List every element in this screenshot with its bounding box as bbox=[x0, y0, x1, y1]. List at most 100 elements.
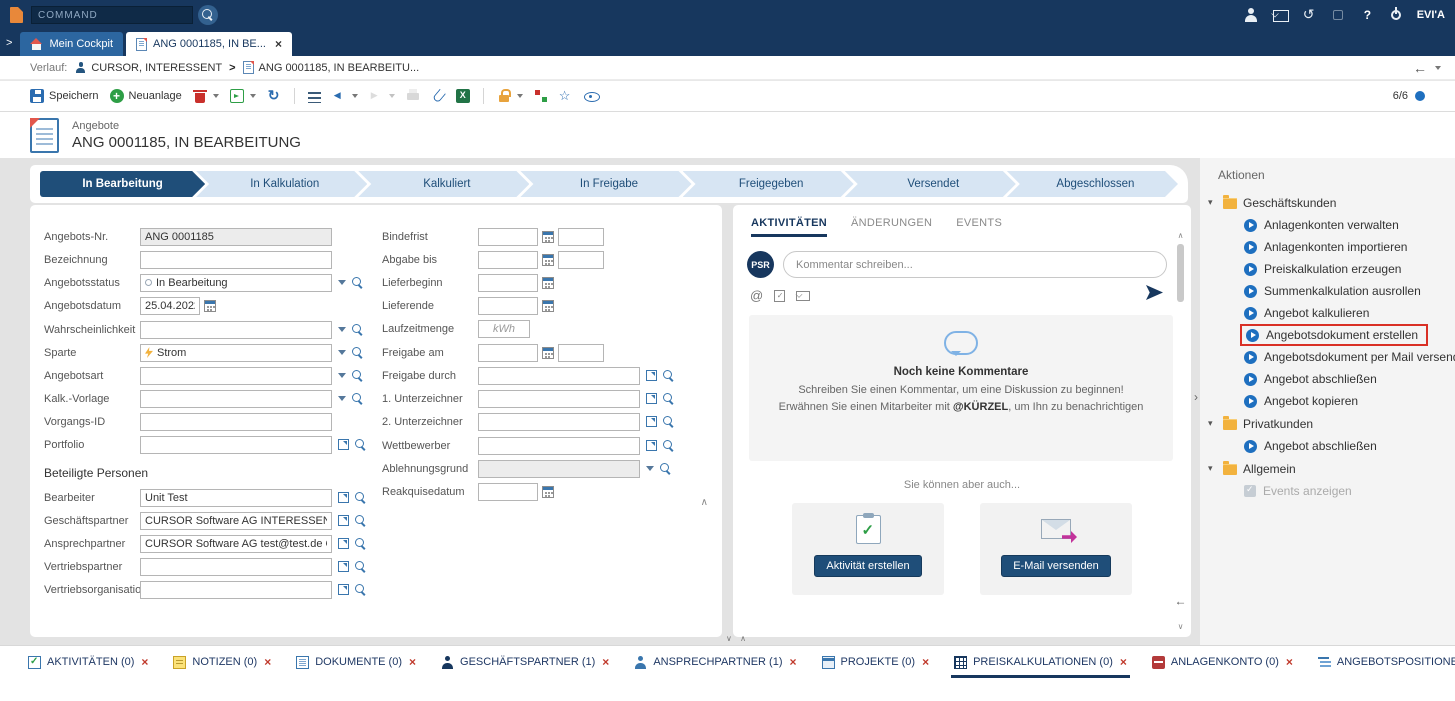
workflow-step-in-kalkulation[interactable]: In Kalkulation bbox=[196, 171, 367, 197]
activity-tab-aktivit-ten[interactable]: AKTIVITÄTEN bbox=[751, 217, 827, 237]
lookup-search-icon[interactable] bbox=[352, 347, 363, 358]
lookup-search-icon[interactable] bbox=[663, 370, 674, 381]
history-back-icon[interactable]: ← bbox=[1413, 60, 1427, 76]
at-icon[interactable]: @ bbox=[750, 288, 763, 303]
lookup-search-icon[interactable] bbox=[352, 324, 363, 335]
toolbar-excel-button[interactable] bbox=[456, 89, 470, 103]
dropdown-caret-icon[interactable] bbox=[646, 466, 654, 471]
workflow-step-in-freigabe[interactable]: In Freigabe bbox=[520, 171, 691, 197]
scroll-up-icon[interactable]: ∧ bbox=[1178, 231, 1184, 240]
toolbar-list-button[interactable] bbox=[308, 90, 321, 103]
e-mail-versenden-button[interactable]: E-Mail versenden bbox=[1001, 555, 1111, 577]
open-record-icon[interactable] bbox=[338, 538, 349, 549]
lookup-search-icon[interactable] bbox=[355, 439, 366, 450]
calendar-icon[interactable] bbox=[542, 277, 554, 289]
mail-icon[interactable] bbox=[796, 291, 810, 301]
toolbar-reminder-button[interactable] bbox=[497, 89, 523, 103]
send-icon[interactable] bbox=[1146, 285, 1163, 300]
scroll-thumb[interactable] bbox=[1177, 244, 1184, 302]
action-item-angebotsdokument-per-mail-versenden[interactable]: Angebotsdokument per Mail versenden bbox=[1244, 346, 1455, 368]
gesch-ftspartner-input[interactable] bbox=[140, 512, 332, 530]
lookup-search-icon[interactable] bbox=[352, 393, 363, 404]
breadcrumb-item[interactable]: ANG 0001185, IN BEARBEITU... bbox=[243, 61, 420, 74]
bottom-tab-aktivit-ten-0[interactable]: AKTIVITÄTEN (0)× bbox=[28, 646, 148, 678]
chevron-down-icon[interactable] bbox=[213, 94, 219, 98]
dropdown-caret-icon[interactable] bbox=[338, 327, 346, 332]
lookup-search-icon[interactable] bbox=[355, 492, 366, 503]
bottom-tab-angebotspositionen-0[interactable]: ANGEBOTSPOSITIONEN (0)× bbox=[1318, 646, 1455, 678]
notification-dot-icon[interactable] bbox=[1415, 91, 1425, 101]
close-icon[interactable]: × bbox=[264, 655, 271, 669]
chevron-down-icon[interactable] bbox=[389, 94, 395, 98]
tab-ang-0001185-in-be[interactable]: ANG 0001185, IN BE...× bbox=[126, 32, 292, 56]
activity-tab-events[interactable]: EVENTS bbox=[956, 217, 1002, 237]
close-icon[interactable]: × bbox=[409, 655, 416, 669]
tab-overflow-icon[interactable]: > bbox=[6, 37, 12, 49]
scroll-down-icon[interactable]: ∨ bbox=[1178, 622, 1184, 631]
toolbar-delete-button[interactable] bbox=[193, 90, 219, 103]
comment-input[interactable] bbox=[783, 251, 1167, 278]
aktivit-t-erstellen-button[interactable]: Aktivität erstellen bbox=[814, 555, 921, 577]
bottom-tab-projekte-0[interactable]: PROJEKTE (0)× bbox=[822, 646, 930, 678]
vertriebspartner-input[interactable] bbox=[140, 558, 332, 576]
close-icon[interactable]: × bbox=[1120, 655, 1127, 669]
lookup-search-icon[interactable] bbox=[355, 538, 366, 549]
dropdown-caret-icon[interactable] bbox=[338, 350, 346, 355]
quick-action-e-mail-versenden[interactable]: E-Mail versenden bbox=[980, 503, 1132, 595]
calendar-icon[interactable] bbox=[204, 300, 216, 312]
lookup-search-icon[interactable] bbox=[355, 561, 366, 572]
action-item-angebot-abschlie-en[interactable]: Angebot abschließen bbox=[1244, 368, 1385, 390]
calendar-icon[interactable] bbox=[542, 300, 554, 312]
workflow-step-in-bearbeitung[interactable]: In Bearbeitung bbox=[40, 171, 205, 197]
workflow-step-versendet[interactable]: Versendet bbox=[845, 171, 1016, 197]
close-icon[interactable]: × bbox=[789, 655, 796, 669]
action-group-allgemein[interactable]: ▾Allgemein bbox=[1208, 457, 1453, 480]
action-item-angebot-abschlie-en[interactable]: Angebot abschließen bbox=[1244, 435, 1385, 457]
activity-scrollbar[interactable]: ∧ ← ∨ bbox=[1174, 231, 1187, 631]
abgabe-bis-input[interactable] bbox=[558, 251, 604, 269]
toolbar-favorite-button[interactable] bbox=[559, 89, 573, 103]
wettbewerber-input[interactable] bbox=[478, 437, 640, 455]
open-record-icon[interactable] bbox=[646, 370, 657, 381]
bottom-tab-anlagenkonto-0[interactable]: ANLAGENKONTO (0)× bbox=[1152, 646, 1293, 678]
help-icon[interactable] bbox=[1359, 7, 1375, 23]
notification-icon[interactable] bbox=[1330, 7, 1346, 23]
quick-action-aktivit-t-erstellen[interactable]: Aktivität erstellen bbox=[792, 503, 944, 595]
2-unterzeichner-input[interactable] bbox=[478, 413, 640, 431]
angebots-nr-input[interactable] bbox=[140, 228, 332, 246]
sparte-input[interactable]: Strom bbox=[140, 344, 332, 362]
bottom-tab-notizen-0[interactable]: NOTIZEN (0)× bbox=[173, 646, 271, 678]
tree-expand-icon[interactable]: ▾ bbox=[1208, 418, 1217, 429]
breadcrumb-item[interactable]: CURSOR, INTERESSENT bbox=[75, 62, 222, 74]
bindefrist-input[interactable] bbox=[558, 228, 604, 246]
chevron-down-icon[interactable] bbox=[517, 94, 523, 98]
bindefrist-input[interactable] bbox=[478, 228, 538, 246]
action-item-angebot-kopieren[interactable]: Angebot kopieren bbox=[1244, 390, 1366, 412]
lookup-search-icon[interactable] bbox=[355, 515, 366, 526]
action-item-angebotsdokument-erstellen[interactable]: Angebotsdokument erstellen bbox=[1240, 324, 1428, 346]
close-icon[interactable]: × bbox=[602, 655, 609, 669]
close-icon[interactable]: × bbox=[275, 37, 282, 51]
wahrscheinlichkeit-input[interactable] bbox=[140, 321, 332, 339]
angebotsstatus-input[interactable]: In Bearbeitung bbox=[140, 274, 332, 292]
section-collapse-icon[interactable]: ∧ bbox=[701, 497, 708, 508]
workflow-step-kalkuliert[interactable]: Kalkuliert bbox=[358, 171, 529, 197]
action-item-anlagenkonten-verwalten[interactable]: Anlagenkonten verwalten bbox=[1244, 214, 1407, 236]
dropdown-caret-icon[interactable] bbox=[338, 280, 346, 285]
open-record-icon[interactable] bbox=[338, 584, 349, 595]
action-item-angebot-kalkulieren[interactable]: Angebot kalkulieren bbox=[1244, 302, 1377, 324]
open-record-icon[interactable] bbox=[646, 416, 657, 427]
lookup-search-icon[interactable] bbox=[663, 393, 674, 404]
lookup-search-icon[interactable] bbox=[663, 416, 674, 427]
tree-expand-icon[interactable]: ▾ bbox=[1208, 463, 1217, 474]
splitter-toggle[interactable]: ∨ ∧ bbox=[726, 634, 749, 643]
power-icon[interactable] bbox=[1388, 7, 1404, 23]
open-record-icon[interactable] bbox=[646, 393, 657, 404]
bottom-tab-preiskalkulationen-0[interactable]: PREISKALKULATIONEN (0)× bbox=[954, 646, 1127, 678]
lookup-search-icon[interactable] bbox=[660, 463, 671, 474]
reakquisedatum-input[interactable] bbox=[478, 483, 538, 501]
action-item-anlagenkonten-importieren[interactable]: Anlagenkonten importieren bbox=[1244, 236, 1415, 258]
undo-icon[interactable] bbox=[1301, 7, 1317, 23]
bottom-tab-ansprechpartner-1[interactable]: ANSPRECHPARTNER (1)× bbox=[634, 646, 796, 678]
panel-resize-handle[interactable]: › bbox=[1194, 390, 1198, 404]
